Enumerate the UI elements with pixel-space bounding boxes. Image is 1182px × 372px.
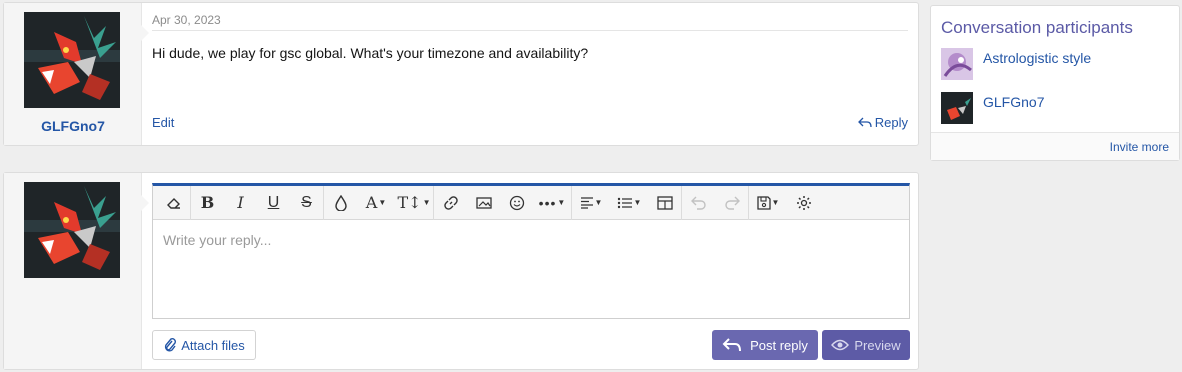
reply-icon [857,117,872,127]
sidebar-title: Conversation participants [941,18,1133,37]
reply-user-cell [4,173,149,369]
smiley-icon[interactable] [500,186,533,220]
attach-files-label: Attach files [181,337,245,353]
post-reply-label: Post reply [750,337,808,353]
reply-icon [722,338,742,352]
divider [152,30,908,31]
strikethrough-icon[interactable]: S [290,186,323,220]
undo-icon[interactable] [682,186,715,220]
eraser-icon[interactable] [157,186,190,220]
message-date[interactable]: Apr 30, 2023 [152,13,221,27]
color-drop-icon[interactable] [324,186,357,220]
attach-files-button[interactable]: Attach files [152,330,256,360]
align-icon[interactable]: ▼ [572,186,610,220]
edit-link[interactable]: Edit [152,115,174,130]
reply-label: Reply [874,115,908,130]
table-icon[interactable] [648,186,681,220]
rich-text-editor[interactable]: B I U S A ▼ T↕ ▼ ••• ▼ ▼ ▼ ▼ Write your rep… [152,183,910,319]
preview-button[interactable]: Preview [822,330,910,360]
message-post: GLFGno7 Apr 30, 2023 Hi dude, we play fo… [3,2,919,146]
avatar[interactable] [24,182,120,278]
link-icon[interactable] [434,186,467,220]
invite-more-link[interactable]: Invite more [1110,140,1169,154]
avatar[interactable] [941,48,973,80]
font-size-icon[interactable]: T↕ ▼ [395,186,433,220]
editor-toolbar: B I U S A ▼ T↕ ▼ ••• ▼ ▼ ▼ ▼ [153,185,909,220]
more-icon[interactable]: ••• ▼ [533,186,571,220]
sidebar-footer: Invite more [931,132,1179,160]
drafts-icon[interactable]: ▼ [749,186,787,220]
image-icon[interactable] [467,186,500,220]
post-reply-button[interactable]: Post reply [712,330,818,360]
paperclip-icon [165,338,177,352]
conversation-participants-block: Conversation participants Astrologistic … [930,5,1180,161]
message-body: Hi dude, we play for gsc global. What's … [152,45,589,61]
quick-reply: B I U S A ▼ T↕ ▼ ••• ▼ ▼ ▼ ▼ Write your rep… [3,172,919,370]
participant-item[interactable]: GLFGno7 [941,92,1044,124]
reply-link[interactable]: Reply [857,115,908,130]
preview-label: Preview [854,337,901,353]
bold-icon[interactable]: B [191,186,224,220]
italic-icon[interactable]: I [224,186,257,220]
avatar[interactable] [941,92,973,124]
list-icon[interactable]: ▼ [610,186,648,220]
participant-item[interactable]: Astrologistic style [941,48,1091,80]
eye-icon [831,339,850,351]
username[interactable]: GLFGno7 [4,118,142,134]
participant-name[interactable]: GLFGno7 [983,94,1044,110]
avatar[interactable] [24,12,120,108]
message-user-cell: GLFGno7 [4,3,149,145]
settings-icon[interactable] [787,186,820,220]
underline-icon[interactable]: U [257,186,290,220]
participant-name[interactable]: Astrologistic style [983,50,1091,66]
font-family-icon[interactable]: A ▼ [357,186,395,220]
reply-input[interactable]: Write your reply... [163,232,271,248]
redo-icon[interactable] [715,186,748,220]
